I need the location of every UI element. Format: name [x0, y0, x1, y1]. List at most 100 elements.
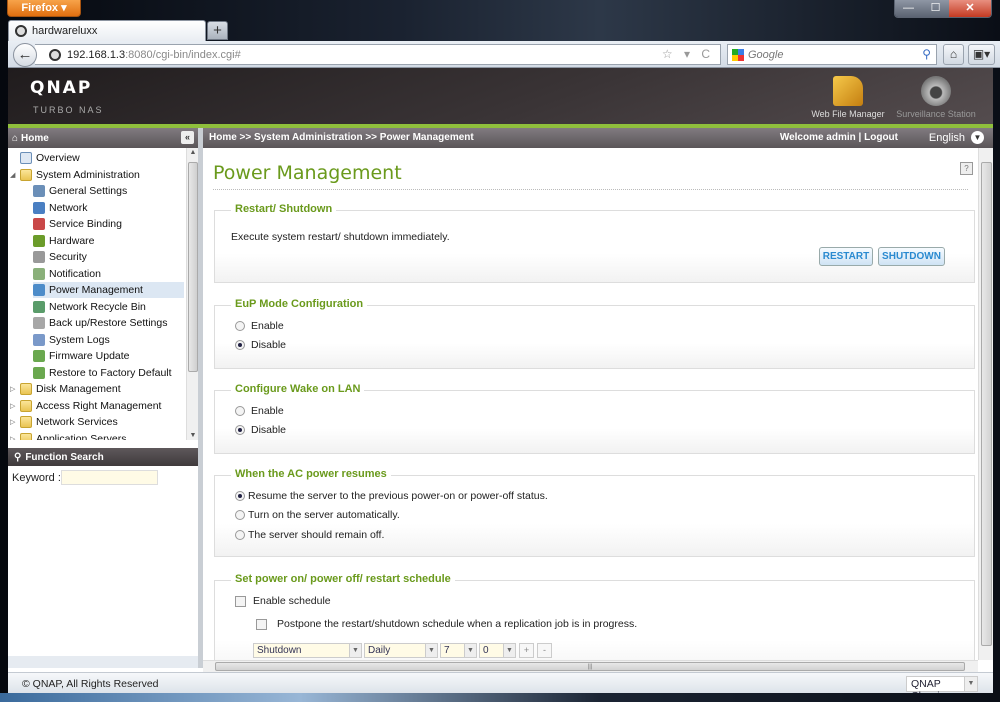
wol-enable-radio[interactable] [235, 406, 245, 416]
collapse-arrow-icon[interactable]: ◢ [10, 171, 20, 179]
expand-arrow-icon[interactable]: ▷ [10, 385, 20, 393]
frequency-select[interactable]: Daily ▼ [364, 643, 438, 658]
eup-enable-radio[interactable] [235, 321, 245, 331]
sidebar-item-disk-management[interactable]: ▷ Disk Management [10, 381, 184, 397]
sidebar-item-access-right-management[interactable]: ▷ Access Right Management [10, 398, 184, 414]
sidebar-item-network-recycle-bin[interactable]: Network Recycle Bin [33, 299, 184, 315]
sidebar-item-notification[interactable]: Notification [33, 266, 184, 282]
wol-disable-label: Disable [251, 424, 287, 436]
collapse-sidebar-button[interactable]: « [181, 131, 194, 144]
minimize-button[interactable]: — [895, 0, 922, 17]
content-hscroll-thumb[interactable]: ||| [215, 662, 965, 671]
new-tab-button[interactable]: + [207, 21, 228, 40]
chevron-down-icon[interactable]: ▼ [464, 644, 476, 657]
surveillance-station-shortcut[interactable]: Surveillance Station [896, 76, 976, 119]
sidebar-item-restore-to-factory-default[interactable]: Restore to Factory Default [33, 365, 184, 381]
keyword-input[interactable] [61, 470, 158, 485]
chevron-down-icon[interactable]: ▼ [349, 644, 361, 657]
sidebar-item-system-logs[interactable]: System Logs [33, 332, 184, 348]
google-icon[interactable] [732, 48, 744, 61]
search-icon[interactable]: ⚲ [922, 47, 931, 61]
bookmark-star-reload-icons[interactable]: ☆ ▾ C [662, 47, 714, 61]
app-header: QNAP TURBO NAS Web File Manager Surveill… [8, 68, 993, 124]
sidebar-item-network-services[interactable]: ▷ Network Services [10, 414, 184, 430]
eup-mode-section: EuP Mode Configuration Enable Disable [214, 298, 975, 369]
expand-arrow-icon[interactable]: ▷ [10, 435, 20, 441]
language-dropdown-icon[interactable]: ▼ [971, 131, 984, 144]
home-button[interactable]: ⌂ [943, 44, 964, 65]
eup-disable-radio[interactable] [235, 340, 245, 350]
overview-icon [20, 152, 32, 164]
eup-enable-option[interactable]: Enable [235, 320, 284, 332]
sidebar-item-hardware[interactable]: Hardware [33, 233, 184, 249]
ac-turn-on-radio[interactable] [235, 510, 245, 520]
postpone-checkbox[interactable] [256, 618, 267, 630]
expand-arrow-icon[interactable]: ▷ [10, 418, 20, 426]
sidebar-item-system-administration[interactable]: ◢ System Administration [10, 167, 184, 183]
ac-option-remain-off[interactable]: The server should remain off. [235, 529, 384, 541]
web-file-manager-label: Web File Manager [811, 109, 885, 119]
wol-enable-option[interactable]: Enable [235, 405, 284, 417]
ac-remain-off-label: The server should remain off. [248, 529, 385, 541]
sidebar-item-power-management[interactable]: Power Management [33, 282, 184, 298]
theme-select[interactable]: QNAP Classic ▼ [906, 676, 978, 702]
sidebar-item-general-settings[interactable]: General Settings [33, 183, 184, 199]
enable-schedule-option[interactable]: Enable schedule [235, 595, 331, 607]
search-input[interactable]: Google ⚲ [727, 44, 937, 65]
wol-disable-option[interactable]: Disable [235, 424, 286, 436]
sidebar-header: ⌂ Home « [8, 128, 198, 148]
frequency-value: Daily [368, 645, 391, 656]
restart-button[interactable]: RESTART [819, 247, 873, 266]
content-horizontal-scrollbar[interactable]: ||| [203, 660, 978, 672]
url-bar[interactable]: 192.168.1.3:8080/cgi-bin/index.cgi# ☆ ▾ … [35, 44, 721, 65]
sidebar-item-application-servers[interactable]: ▷ Application Servers [10, 431, 184, 441]
home-icon: ⌂ [12, 132, 19, 144]
sidebar-item-back-up-restore-settings[interactable]: Back up/Restore Settings [33, 315, 184, 331]
bookmarks-button[interactable]: ▣▾ [968, 44, 995, 65]
restart-shutdown-legend: Restart/ Shutdown [231, 203, 337, 215]
sidebar-item-overview[interactable]: Overview [10, 150, 184, 166]
chevron-down-icon[interactable]: ▼ [425, 644, 437, 657]
browser-window: Firefox ▾ — ☐ ✕ hardwareluxx + 192.168.1… [0, 0, 1000, 702]
action-select[interactable]: Shutdown ▼ [253, 643, 362, 658]
sidebar-item-firmware-update[interactable]: Firmware Update [33, 348, 184, 364]
sidebar-item-network[interactable]: Network [33, 200, 184, 216]
wol-disable-radio[interactable] [235, 425, 245, 435]
minute-select[interactable]: 0 ▼ [479, 643, 516, 658]
search-placeholder: Google [748, 48, 784, 61]
shutdown-button[interactable]: SHUTDOWN [878, 247, 945, 266]
eup-disable-option[interactable]: Disable [235, 339, 286, 351]
content-scroll-thumb[interactable] [981, 162, 992, 646]
ac-resume-radio[interactable] [235, 491, 245, 501]
sidebar-home-label[interactable]: Home [21, 133, 49, 144]
firefox-menu-button[interactable]: Firefox ▾ [7, 0, 81, 17]
language-label[interactable]: English [929, 132, 965, 144]
welcome-logout[interactable]: Welcome admin | Logout [780, 132, 898, 143]
enable-schedule-checkbox[interactable] [235, 595, 246, 607]
hour-select[interactable]: 7 ▼ [440, 643, 477, 658]
tree-scrollbar[interactable]: ▲ ▼ [186, 148, 198, 440]
site-identity-icon[interactable] [49, 48, 61, 61]
close-button[interactable]: ✕ [949, 0, 991, 17]
maximize-button[interactable]: ☐ [922, 0, 949, 17]
chevron-down-icon[interactable]: ▼ [964, 677, 977, 691]
remove-schedule-button[interactable]: - [537, 643, 552, 658]
help-icon[interactable]: ? [960, 162, 973, 175]
chevron-down-icon[interactable]: ▼ [503, 644, 515, 657]
sidebar-item-label: Hardware [49, 234, 95, 247]
content-vertical-scrollbar[interactable] [978, 148, 993, 660]
web-file-manager-shortcut[interactable]: Web File Manager [808, 76, 888, 119]
ac-remain-off-radio[interactable] [235, 530, 245, 540]
ac-turn-on-label: Turn on the server automatically. [248, 509, 400, 521]
ac-option-turn-on[interactable]: Turn on the server automatically. [235, 509, 400, 521]
add-schedule-button[interactable]: + [519, 643, 534, 658]
browser-tab[interactable]: hardwareluxx [8, 20, 206, 41]
tree-scroll-thumb[interactable] [188, 162, 198, 372]
sidebar-item-security[interactable]: Security [33, 249, 184, 265]
expand-arrow-icon[interactable]: ▷ [10, 402, 20, 410]
breadcrumb[interactable]: Home >> System Administration >> Power M… [209, 132, 474, 143]
sidebar-item-service-binding[interactable]: Service Binding [33, 216, 184, 232]
ac-option-resume[interactable]: Resume the server to the previous power-… [235, 490, 548, 502]
back-button[interactable]: ← [13, 43, 37, 67]
postpone-option[interactable]: Postpone the restart/shutdown schedule w… [256, 618, 637, 630]
